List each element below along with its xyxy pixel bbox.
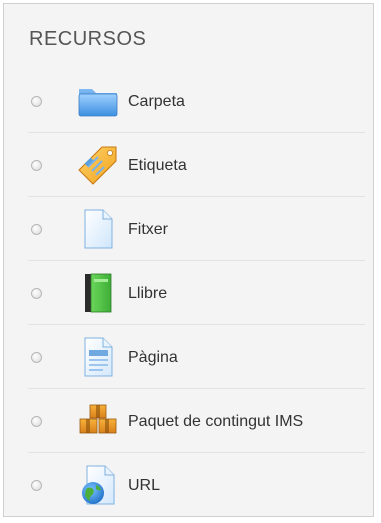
radio-button[interactable] xyxy=(31,479,42,491)
radio-button[interactable] xyxy=(31,95,42,107)
folder-icon xyxy=(76,79,120,123)
radio-button[interactable] xyxy=(31,351,42,363)
resource-label: Etiqueta xyxy=(128,157,187,174)
resource-list: Carpeta Etiqueta Fitxer Llibre Pàgina Pa… xyxy=(4,69,373,516)
resource-option-etiqueta[interactable]: Etiqueta xyxy=(4,133,373,197)
tag-icon xyxy=(76,143,120,187)
resource-label: Paquet de contingut IMS xyxy=(128,413,304,430)
url-globe-icon xyxy=(76,463,120,507)
resource-label: Pàgina xyxy=(128,349,178,366)
resource-label: Carpeta xyxy=(128,93,185,110)
resource-option-fitxer[interactable]: Fitxer xyxy=(4,197,373,261)
resources-panel: RECURSOS Carpeta Etiqueta Fitxer Llibre … xyxy=(3,3,374,517)
section-heading: RECURSOS xyxy=(29,28,147,50)
resource-option-pagina[interactable]: Pàgina xyxy=(4,325,373,389)
resource-label: URL xyxy=(128,477,161,494)
page-icon xyxy=(76,335,120,379)
radio-button[interactable] xyxy=(31,223,42,235)
resource-option-paquet-ims[interactable]: Paquet de contingut IMS xyxy=(4,389,373,453)
resource-option-carpeta[interactable]: Carpeta xyxy=(4,69,373,133)
radio-button[interactable] xyxy=(31,287,42,299)
package-icon xyxy=(76,399,120,443)
resource-option-llibre[interactable]: Llibre xyxy=(4,261,373,325)
resource-label: Llibre xyxy=(128,285,168,302)
radio-button[interactable] xyxy=(31,415,42,427)
book-icon xyxy=(76,271,120,315)
resource-label: Fitxer xyxy=(128,221,168,238)
file-icon xyxy=(76,207,120,251)
radio-button[interactable] xyxy=(31,159,42,171)
resource-option-url[interactable]: URL xyxy=(4,453,373,516)
